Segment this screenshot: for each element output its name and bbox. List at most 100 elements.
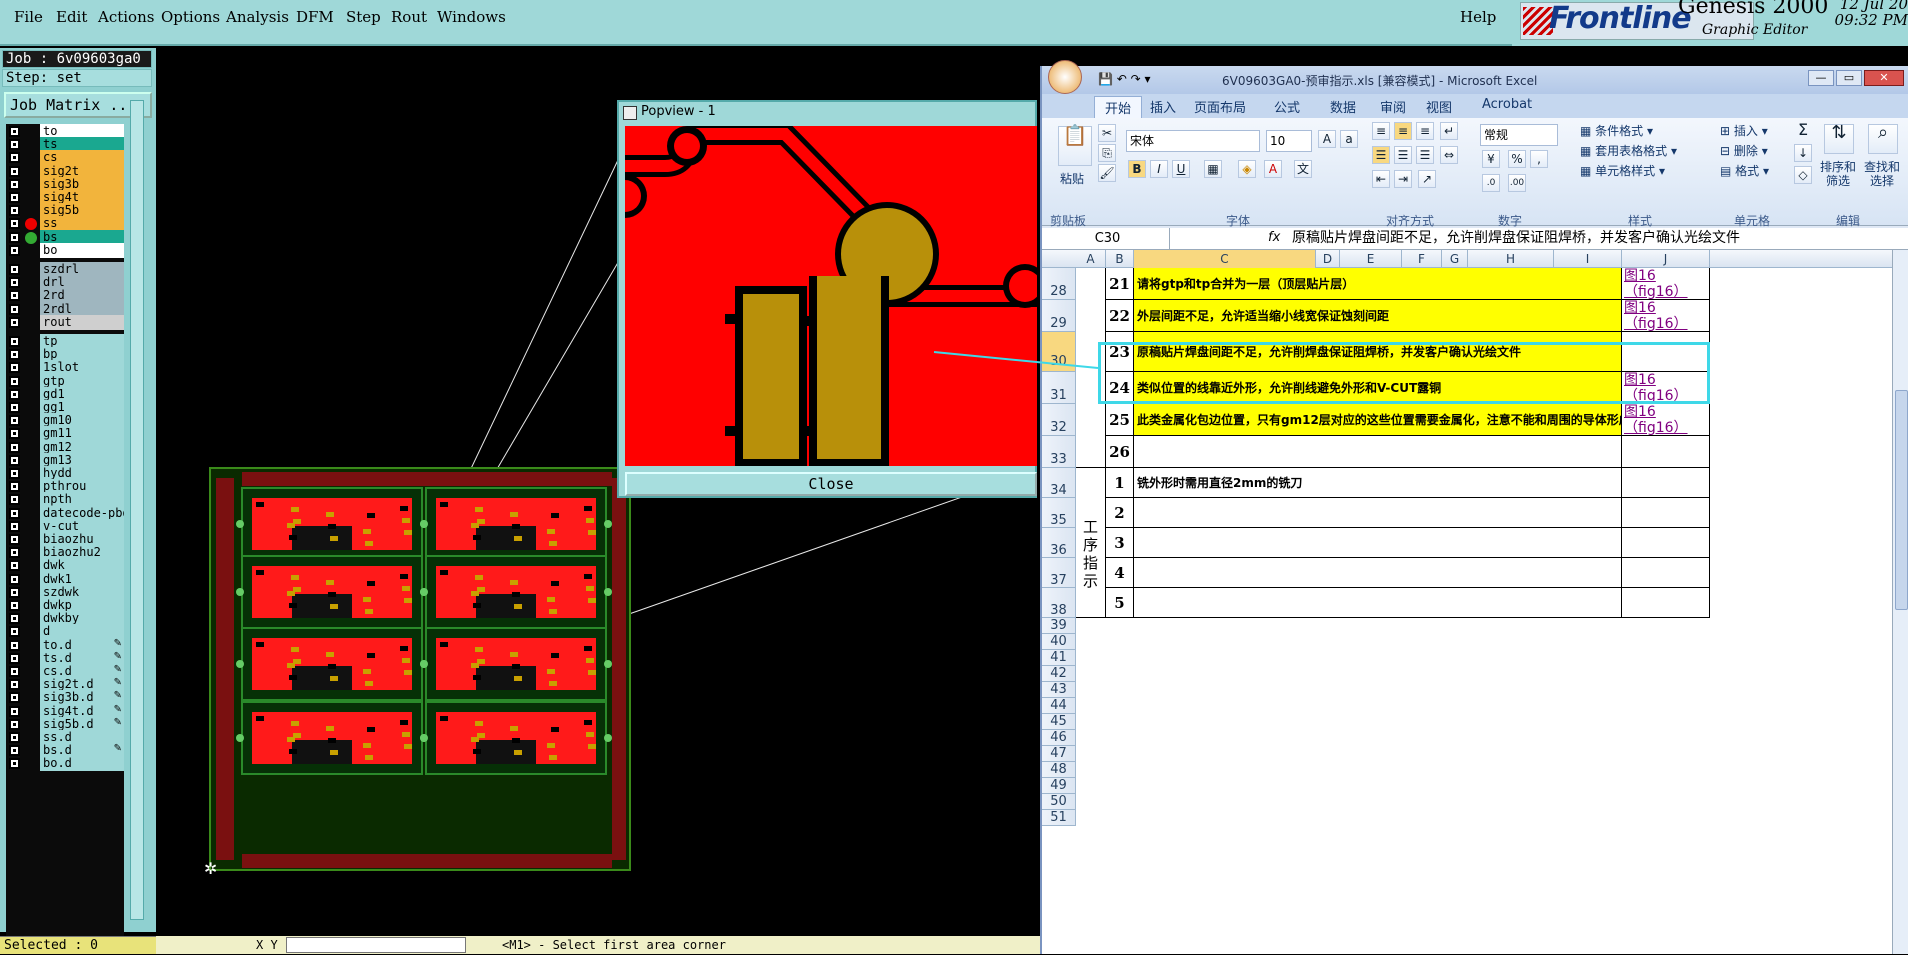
item-number-cell[interactable]: 1 — [1106, 468, 1134, 498]
instruction-cell[interactable]: 请将gtp和tp合并为一层（顶层贴片层） — [1134, 268, 1622, 300]
row-header[interactable]: 51 — [1042, 810, 1076, 826]
figure-link[interactable] — [1622, 528, 1710, 558]
layer-checkbox[interactable] — [9, 303, 20, 315]
layer-checkbox[interactable] — [9, 758, 20, 770]
layer-checkbox[interactable] — [9, 415, 20, 427]
instruction-cell[interactable] — [1134, 498, 1622, 528]
currency-icon[interactable]: ¥ — [1482, 150, 1500, 168]
layer-checkbox[interactable] — [9, 205, 20, 217]
find-select-button[interactable]: 查找和选择 — [1860, 160, 1904, 188]
layer-row[interactable]: rout — [6, 314, 124, 330]
row-header[interactable]: 43 — [1042, 682, 1076, 698]
figure-link[interactable] — [1622, 498, 1710, 528]
column-header[interactable]: A — [1076, 250, 1106, 268]
item-number-cell[interactable]: 4 — [1106, 558, 1134, 588]
delete-cells-button[interactable]: ⊟ 删除 ▾ — [1720, 142, 1768, 159]
column-header[interactable]: F — [1402, 250, 1442, 268]
formula-input[interactable]: 原稿贴片焊盘间距不足，允许削焊盘保证阻焊桥，并发客户确认光绘文件 — [1292, 228, 1740, 249]
row-header[interactable]: 48 — [1042, 762, 1076, 778]
figure-link[interactable]: 图16（fig16） — [1622, 404, 1710, 436]
ribbon-tab[interactable]: Acrobat — [1482, 97, 1532, 112]
cut-icon[interactable]: ✂ — [1098, 124, 1116, 142]
ribbon-tab[interactable]: 插入 — [1150, 97, 1176, 116]
instruction-cell[interactable] — [1134, 588, 1622, 618]
layer-checkbox[interactable] — [9, 349, 20, 361]
menu-actions[interactable]: Actions — [98, 8, 154, 26]
row-header[interactable]: 39 — [1042, 618, 1076, 634]
menu-rout[interactable]: Rout — [391, 8, 427, 26]
layer-scrollbar[interactable] — [130, 100, 144, 920]
layer-checkbox[interactable] — [9, 520, 20, 532]
column-header[interactable]: G — [1442, 250, 1468, 268]
instruction-cell[interactable]: 外层间距不足，允许适当缩小线宽保证蚀刻间距 — [1134, 300, 1622, 332]
item-number-cell[interactable]: 2 — [1106, 498, 1134, 528]
quick-access-toolbar[interactable]: 💾 ↶ ↷ ▾ — [1098, 72, 1151, 86]
text-direction-icon[interactable]: ↗ — [1418, 170, 1436, 188]
decrease-indent-icon[interactable]: ⇤ — [1372, 170, 1390, 188]
layer-checkbox[interactable] — [9, 264, 20, 275]
layer-checkbox[interactable] — [9, 534, 20, 545]
popview-canvas[interactable] — [625, 126, 1037, 466]
layer-checkbox[interactable] — [9, 626, 20, 638]
item-number-cell[interactable]: 22 — [1106, 300, 1134, 332]
sort-filter-icon[interactable]: ⇅ — [1824, 124, 1854, 154]
underline-icon[interactable]: U — [1172, 160, 1190, 178]
item-number-cell[interactable]: 5 — [1106, 588, 1134, 618]
border-icon[interactable]: ▦ — [1204, 160, 1222, 178]
layer-checkbox[interactable] — [9, 428, 20, 440]
row-header[interactable]: 49 — [1042, 778, 1076, 794]
row-header[interactable]: 45 — [1042, 714, 1076, 730]
layer-checkbox[interactable] — [9, 375, 20, 387]
menu-windows[interactable]: Windows — [437, 8, 506, 26]
instruction-cell[interactable]: 此类金属化包边位置，只有gm12层对应的这些位置需要金属化，注意不能和周围的导体… — [1134, 404, 1622, 436]
layer-checkbox[interactable] — [9, 290, 20, 302]
font-name-combo[interactable]: 宋体 — [1126, 130, 1260, 152]
name-box[interactable]: C30 — [1046, 228, 1170, 249]
layer-checkbox[interactable] — [9, 192, 20, 203]
find-select-icon[interactable]: ⌕ — [1868, 124, 1898, 154]
ribbon-tab[interactable]: 公式 — [1274, 97, 1300, 116]
layer-checkbox[interactable] — [9, 692, 20, 704]
clear-icon[interactable]: ◇ — [1794, 166, 1812, 184]
wrap-text-icon[interactable]: ↵ — [1440, 122, 1458, 140]
ribbon-tab[interactable]: 数据 — [1330, 97, 1356, 116]
column-header[interactable]: C — [1134, 250, 1316, 268]
ribbon-tab[interactable]: 视图 — [1426, 97, 1452, 116]
figure-link[interactable] — [1622, 436, 1710, 468]
row-header[interactable]: 44 — [1042, 698, 1076, 714]
layer-checkbox[interactable] — [9, 388, 20, 400]
percent-icon[interactable]: % — [1508, 150, 1526, 168]
align-top-icon[interactable]: ≡ — [1372, 122, 1390, 140]
phonetic-icon[interactable]: 文 — [1294, 160, 1312, 178]
align-center-icon[interactable]: ☰ — [1394, 146, 1412, 164]
layer-checkbox[interactable] — [9, 652, 20, 664]
layer-checkbox[interactable] — [9, 613, 20, 625]
copy-icon[interactable]: ⎘ — [1098, 144, 1116, 162]
layer-checkbox[interactable] — [9, 402, 20, 413]
bold-icon[interactable]: B — [1128, 160, 1146, 178]
grow-font-icon[interactable]: A — [1318, 130, 1336, 148]
ribbon-tab[interactable]: 页面布局 — [1194, 97, 1246, 116]
layer-checkbox[interactable] — [9, 277, 20, 289]
figure-link[interactable] — [1622, 588, 1710, 618]
instruction-cell[interactable]: 铣外形时需用直径2mm的铣刀 — [1134, 468, 1622, 498]
item-number-cell[interactable]: 21 — [1106, 268, 1134, 300]
maximize-icon[interactable]: ▭ — [1836, 70, 1862, 86]
row-header[interactable]: 46 — [1042, 730, 1076, 746]
row-header[interactable]: 37 — [1042, 558, 1076, 588]
item-number-cell[interactable]: 26 — [1106, 436, 1134, 468]
align-right-icon[interactable]: ☰ — [1416, 146, 1434, 164]
scroll-thumb[interactable] — [1895, 390, 1908, 610]
layer-checkbox[interactable] — [9, 586, 20, 598]
layer-checkbox[interactable] — [9, 126, 20, 137]
layer-checkbox[interactable] — [9, 231, 20, 243]
cell-styles-button[interactable]: ▦ 单元格样式 ▾ — [1580, 162, 1665, 179]
font-size-combo[interactable]: 10 — [1266, 130, 1312, 152]
close-icon[interactable]: ✕ — [1864, 70, 1904, 86]
layer-checkbox[interactable] — [9, 362, 20, 374]
layer-checkbox[interactable] — [9, 732, 20, 743]
menu-options[interactable]: Options — [161, 8, 220, 26]
popview-close-button[interactable]: Close — [625, 472, 1037, 496]
number-format-combo[interactable]: 常规 — [1480, 124, 1558, 146]
item-number-cell[interactable]: 25 — [1106, 404, 1134, 436]
